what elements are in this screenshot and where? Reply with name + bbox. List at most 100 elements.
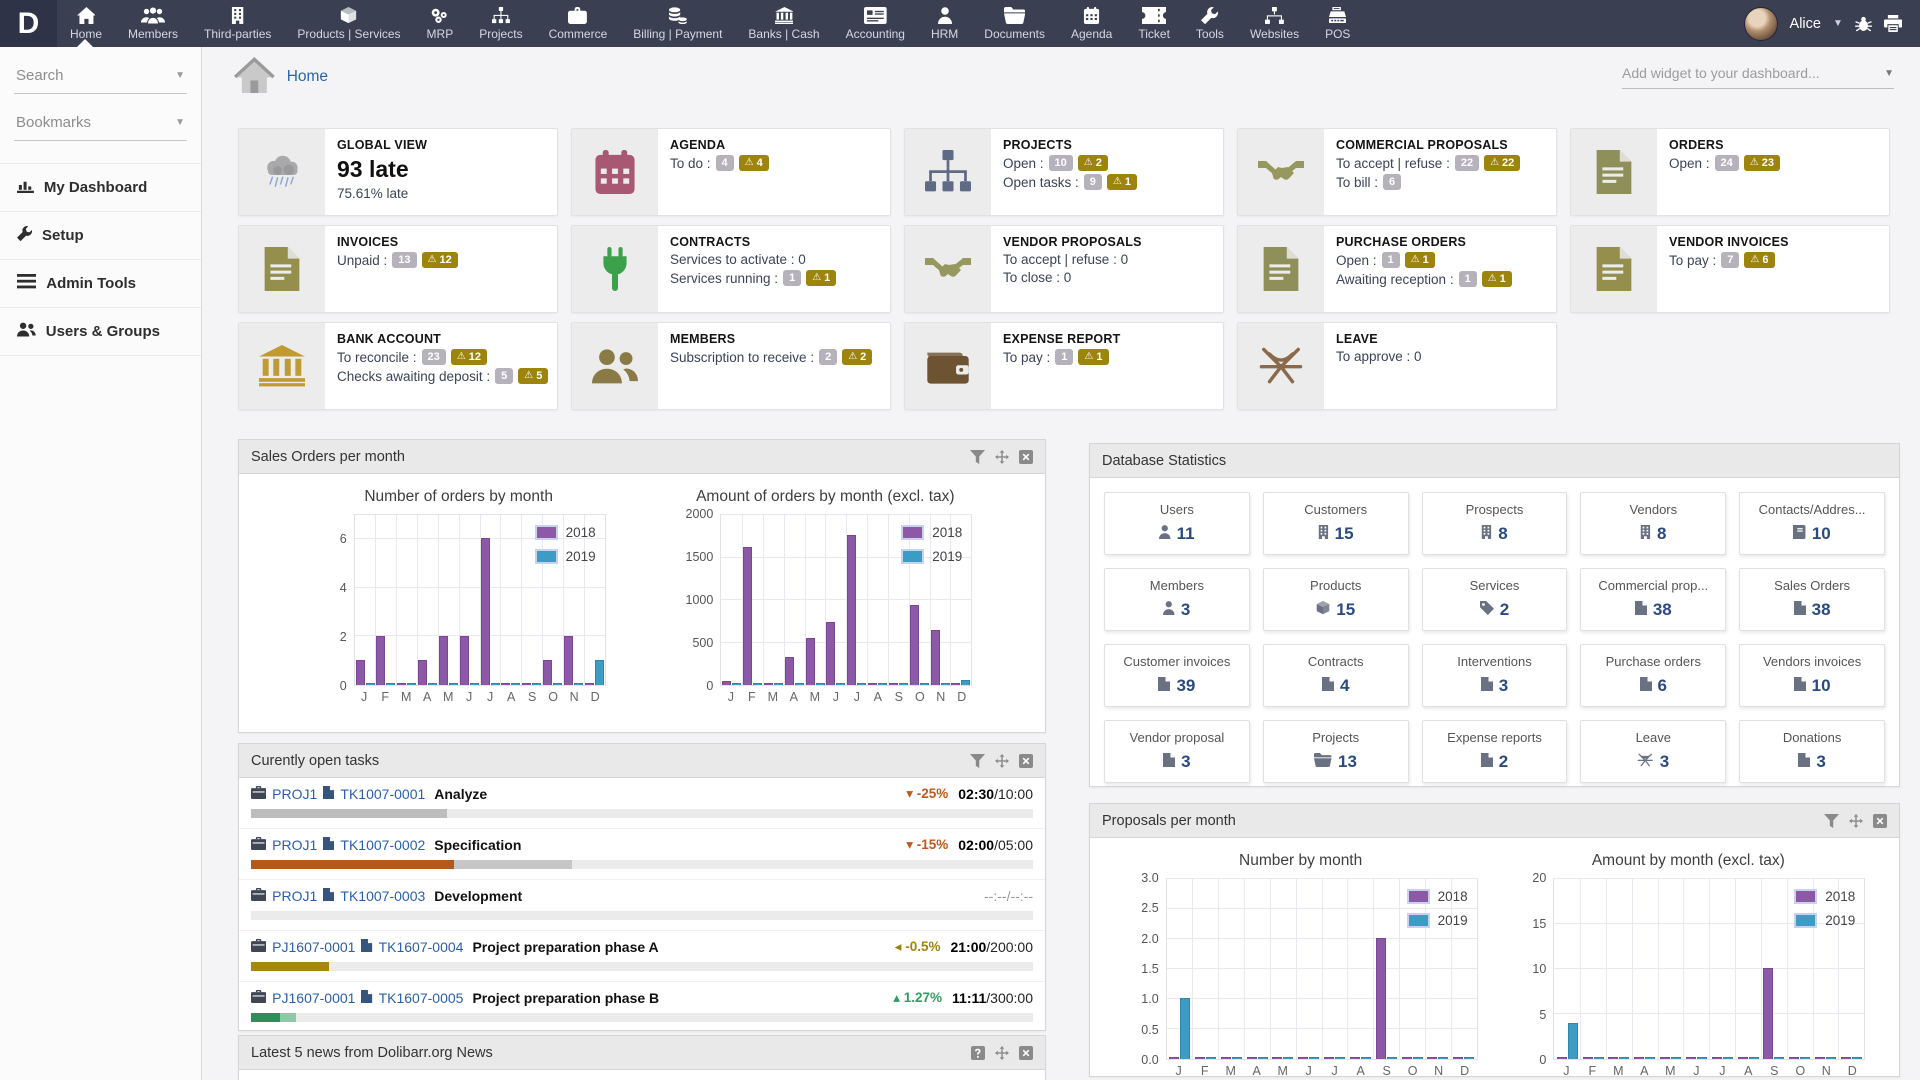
stat-expense-reports[interactable]: Expense reports 2 <box>1421 720 1568 783</box>
stat-vendors[interactable]: Vendors 8 <box>1580 492 1727 555</box>
search-select[interactable]: Search ▼ <box>14 67 187 94</box>
count-badge[interactable]: 5 <box>495 368 514 384</box>
count-badge[interactable]: 9 <box>1083 174 1102 190</box>
widget-members[interactable]: MEMBERS Subscription to receive :2 ⚠ 2 <box>571 322 891 410</box>
user-menu[interactable]: Alice <box>1790 16 1821 32</box>
widget-agenda[interactable]: AGENDA To do :4 ⚠ 4 <box>571 128 891 216</box>
move-icon[interactable] <box>995 753 1009 768</box>
warning-badge[interactable]: ⚠ 1 <box>1481 271 1512 287</box>
print-icon[interactable] <box>1883 15 1902 32</box>
widget-bank-account[interactable]: BANK ACCOUNT To reconcile :23 ⚠ 12 Checks aw… <box>238 322 558 410</box>
project-link[interactable]: PROJ1 <box>272 786 317 802</box>
warning-badge[interactable]: ⚠ 4 <box>738 155 769 171</box>
task-name[interactable]: Project preparation phase B <box>472 990 659 1006</box>
widget-purchase-orders[interactable]: PURCHASE ORDERS Open :1 ⚠ 1 Awaiting recepti… <box>1237 225 1557 313</box>
count-badge[interactable]: 7 <box>1721 252 1740 268</box>
count-badge[interactable]: 6 <box>1383 174 1402 190</box>
move-icon[interactable] <box>995 449 1009 464</box>
count-badge[interactable]: 10 <box>1048 155 1073 171</box>
nav-item-mrp[interactable]: MRP <box>414 0 467 47</box>
nav-item-projects[interactable]: Projects <box>466 0 535 47</box>
stat-services[interactable]: Services 2 <box>1421 568 1568 631</box>
warning-badge[interactable]: ⚠ 12 <box>421 252 458 268</box>
task-ref-link[interactable]: TK1007-0003 <box>340 888 425 904</box>
stat-donations[interactable]: Donations 3 <box>1739 720 1885 783</box>
stat-purchase-orders[interactable]: Purchase orders 6 <box>1580 644 1727 707</box>
close-icon[interactable] <box>1873 813 1887 828</box>
project-link[interactable]: PJ1607-0001 <box>272 990 355 1006</box>
nav-item-documents[interactable]: Documents <box>971 0 1058 47</box>
widget-commercial-proposals[interactable]: COMMERCIAL PROPOSALS To accept | refuse :… <box>1237 128 1557 216</box>
nav-item-billing-payment[interactable]: Billing | Payment <box>620 0 735 47</box>
count-badge[interactable]: 22 <box>1454 155 1480 171</box>
add-widget-select[interactable]: Add widget to your dashboard... ▼ <box>1622 65 1894 89</box>
nav-item-products-services[interactable]: Products | Services <box>284 0 413 47</box>
user-menu-chevron-icon[interactable]: ▼ <box>1833 18 1843 29</box>
help-icon[interactable] <box>971 1045 985 1060</box>
stat-customer-invoices[interactable]: Customer invoices 39 <box>1104 644 1250 707</box>
warning-badge[interactable]: ⚠ 12 <box>450 349 488 365</box>
count-badge[interactable]: 1 <box>783 270 802 286</box>
bookmarks-select[interactable]: Bookmarks ▼ <box>14 114 187 141</box>
close-icon[interactable] <box>1019 449 1033 464</box>
stat-prospects[interactable]: Prospects 8 <box>1421 492 1568 555</box>
stat-projects[interactable]: Projects 13 <box>1262 720 1409 783</box>
close-icon[interactable] <box>1019 753 1033 768</box>
warning-badge[interactable]: ⚠ 1 <box>1404 252 1435 268</box>
widget-expense-report[interactable]: EXPENSE REPORT To pay :1 ⚠ 1 <box>904 322 1224 410</box>
stat-interventions[interactable]: Interventions 3 <box>1421 644 1568 707</box>
stat-products[interactable]: Products 15 <box>1262 568 1409 631</box>
avatar[interactable] <box>1743 6 1778 41</box>
warning-badge[interactable]: ⚠ 1 <box>1078 349 1109 365</box>
warning-badge[interactable]: ⚠ 23 <box>1743 155 1780 171</box>
project-link[interactable]: PROJ1 <box>272 888 317 904</box>
filter-icon[interactable] <box>969 449 985 464</box>
nav-item-ticket[interactable]: Ticket <box>1125 0 1183 47</box>
count-badge[interactable]: 13 <box>392 252 417 268</box>
warning-badge[interactable]: ⚠ 2 <box>842 349 873 365</box>
stat-users[interactable]: Users 11 <box>1104 492 1250 555</box>
nav-item-banks-cash[interactable]: Banks | Cash <box>735 0 832 47</box>
stat-sales-orders[interactable]: Sales Orders 38 <box>1739 568 1885 631</box>
widget-projects[interactable]: PROJECTS Open :10 ⚠ 2 Open tasks :9 ⚠ 1 <box>904 128 1224 216</box>
task-name[interactable]: Specification <box>434 837 521 853</box>
task-name[interactable]: Development <box>434 888 522 904</box>
count-badge[interactable]: 24 <box>1714 155 1739 171</box>
nav-item-commerce[interactable]: Commerce <box>536 0 621 47</box>
warning-badge[interactable]: ⚠ 1 <box>1106 174 1138 190</box>
nav-item-websites[interactable]: Websites <box>1237 0 1312 47</box>
dolibarr-logo[interactable]: D <box>0 0 57 47</box>
task-ref-link[interactable]: TK1007-0002 <box>340 837 425 853</box>
nav-item-members[interactable]: Members <box>115 0 191 47</box>
nav-item-accounting[interactable]: Accounting <box>833 0 918 47</box>
filter-icon[interactable] <box>1823 813 1839 828</box>
count-badge[interactable]: 2 <box>819 349 838 365</box>
widget-vendor-invoices[interactable]: VENDOR INVOICES To pay :7 ⚠ 6 <box>1570 225 1890 313</box>
warning-badge[interactable]: ⚠ 2 <box>1077 155 1108 171</box>
warning-badge[interactable]: ⚠ 22 <box>1484 155 1521 171</box>
sidebar-item-my-dashboard[interactable]: My Dashboard <box>0 163 201 212</box>
count-badge[interactable]: 4 <box>715 155 734 171</box>
warning-badge[interactable]: ⚠ 6 <box>1744 252 1775 268</box>
count-badge[interactable]: 1 <box>1458 271 1477 287</box>
breadcrumb-home-link[interactable]: Home <box>287 68 328 86</box>
warning-badge[interactable]: ⚠ 1 <box>806 270 837 286</box>
move-icon[interactable] <box>1849 813 1863 828</box>
widget-invoices[interactable]: INVOICES Unpaid :13 ⚠ 12 <box>238 225 558 313</box>
nav-item-agenda[interactable]: Agenda <box>1058 0 1125 47</box>
widget-orders[interactable]: ORDERS Open :24 ⚠ 23 <box>1570 128 1890 216</box>
project-link[interactable]: PJ1607-0001 <box>272 939 355 955</box>
widget-vendor-proposals[interactable]: VENDOR PROPOSALS To accept | refuse : 0 To… <box>904 225 1224 313</box>
stat-members[interactable]: Members 3 <box>1104 568 1250 631</box>
nav-item-tools[interactable]: Tools <box>1183 0 1237 47</box>
task-ref-link[interactable]: TK1607-0005 <box>379 990 464 1006</box>
count-badge[interactable]: 1 <box>1055 349 1074 365</box>
stat-vendor-proposal[interactable]: Vendor proposal 3 <box>1104 720 1250 783</box>
task-name[interactable]: Project preparation phase A <box>472 939 658 955</box>
widget-global-view[interactable]: GLOBAL VIEW 93 late 75.61% late <box>238 128 558 216</box>
filter-icon[interactable] <box>969 753 985 768</box>
project-link[interactable]: PROJ1 <box>272 837 317 853</box>
stat-vendors-invoices[interactable]: Vendors invoices 10 <box>1739 644 1885 707</box>
nav-item-pos[interactable]: POS <box>1312 0 1363 47</box>
sidebar-item-users-groups[interactable]: Users & Groups <box>0 308 201 356</box>
